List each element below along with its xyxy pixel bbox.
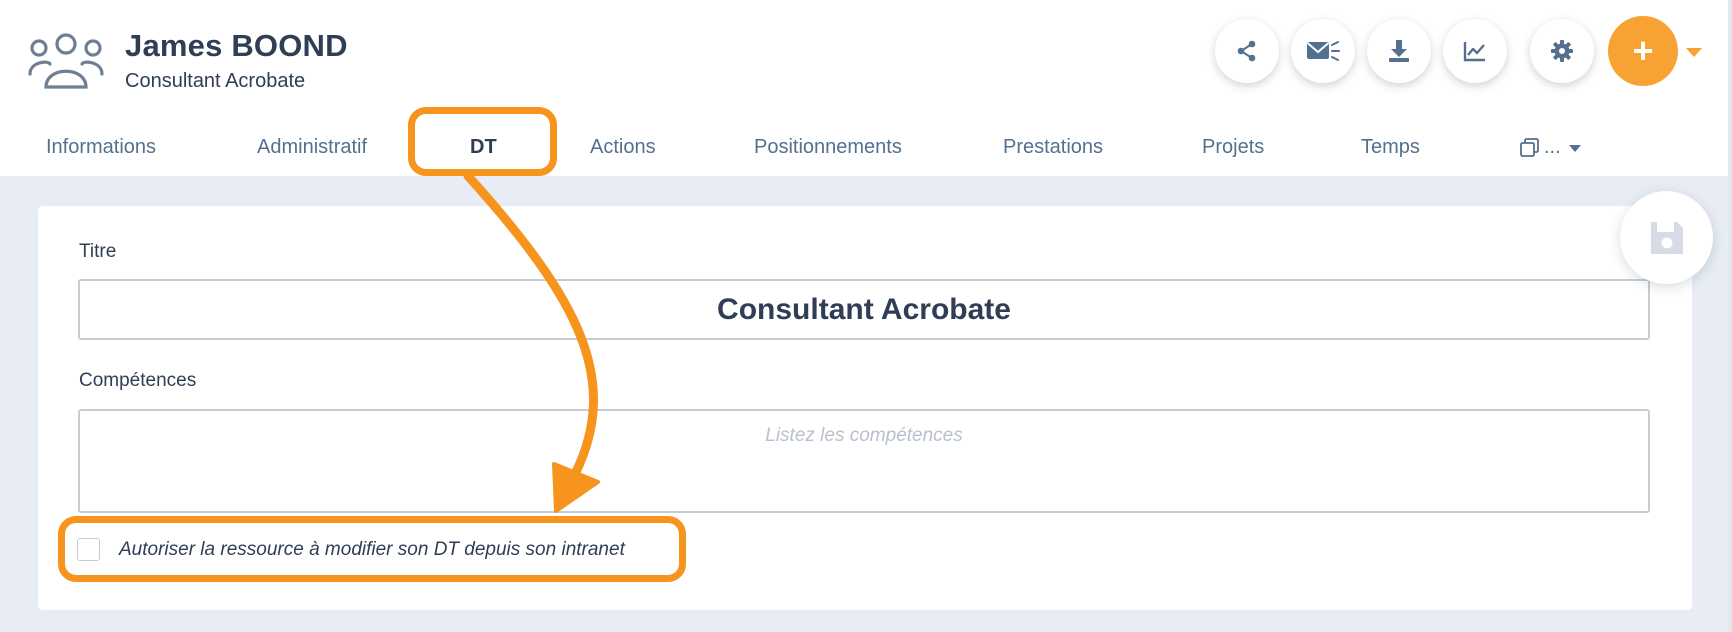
annotation-arrow-icon xyxy=(463,171,600,513)
